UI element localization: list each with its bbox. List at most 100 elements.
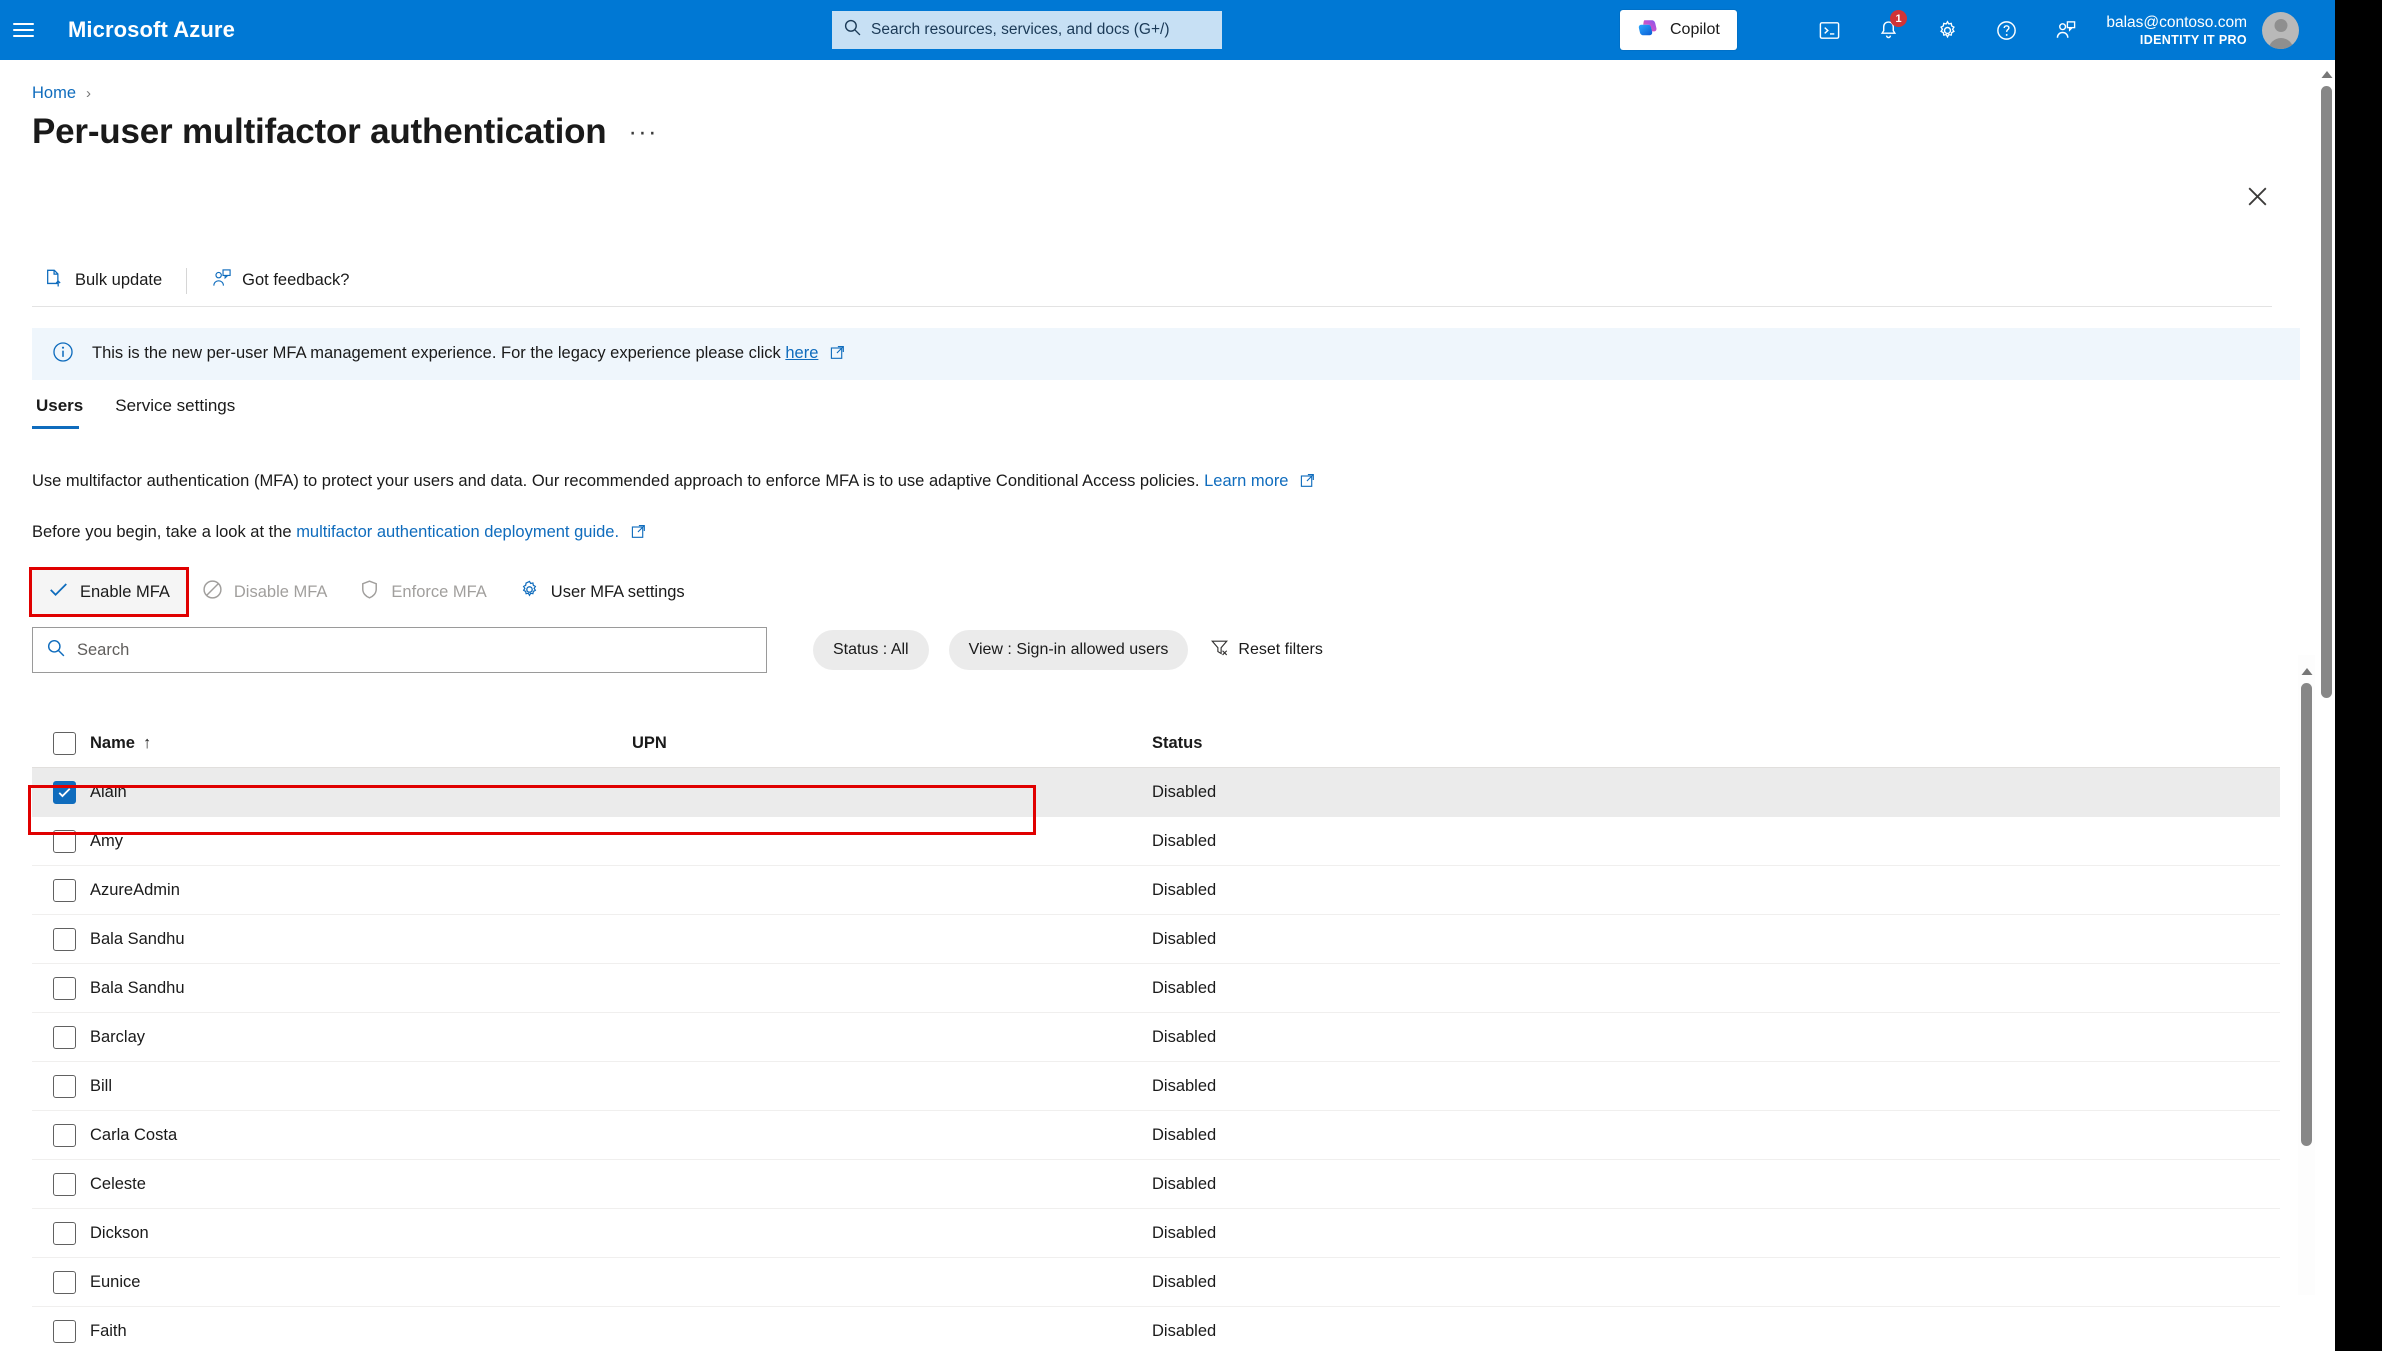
cell-status: Disabled xyxy=(1152,978,1217,997)
row-select-cell xyxy=(32,1221,90,1245)
feedback-person-icon xyxy=(211,268,232,294)
row-checkbox[interactable] xyxy=(53,1074,76,1098)
table-row[interactable]: Amy Disabled xyxy=(32,817,2280,866)
close-icon[interactable] xyxy=(2239,178,2275,214)
search-icon xyxy=(844,19,861,41)
notifications-icon[interactable]: 1 xyxy=(1859,0,1918,60)
row-checkbox[interactable] xyxy=(53,1025,76,1049)
status-filter-pill[interactable]: Status : All xyxy=(813,630,929,670)
avatar[interactable] xyxy=(2262,12,2299,49)
table-header-row: Name ↑ UPN Status xyxy=(32,720,2280,768)
table-row[interactable]: Faith Disabled xyxy=(32,1307,2280,1351)
external-link-icon xyxy=(1300,473,1315,493)
cloud-shell-icon[interactable] xyxy=(1800,0,1859,60)
row-select-cell xyxy=(32,1025,90,1049)
row-checkbox[interactable] xyxy=(53,829,76,853)
description-line-2: Before you begin, take a look at the mul… xyxy=(32,523,646,544)
scroll-up-arrow-icon[interactable] xyxy=(2320,66,2333,84)
table-scrollbar[interactable] xyxy=(2298,655,2315,1295)
header-icon-group: 1 xyxy=(1800,0,2095,60)
tab-service-settings[interactable]: Service settings xyxy=(111,392,247,429)
info-banner-text: This is the new per-user MFA management … xyxy=(92,343,781,362)
description-line-2-text: Before you begin, take a look at the xyxy=(32,523,292,541)
scroll-up-arrow-icon[interactable] xyxy=(2300,663,2313,681)
cell-name: Eunice xyxy=(90,1272,141,1291)
reset-filters-button[interactable]: Reset filters xyxy=(1210,638,1323,662)
column-header-upn[interactable]: UPN xyxy=(632,734,1152,753)
more-actions-icon[interactable]: ··· xyxy=(628,120,657,145)
table-row[interactable]: AzureAdmin Disabled xyxy=(32,866,2280,915)
row-select-cell xyxy=(32,780,90,804)
table-row[interactable]: Bill Disabled xyxy=(32,1062,2280,1111)
notification-badge: 1 xyxy=(1890,10,1907,27)
feedback-icon[interactable] xyxy=(2036,0,2095,60)
column-header-status[interactable]: Status xyxy=(1152,734,1552,753)
bulk-update-button[interactable]: Bulk update xyxy=(32,262,174,300)
cell-name: Celeste xyxy=(90,1174,146,1193)
selected-user-row[interactable]: Alain Disabled xyxy=(32,768,2280,817)
table-row[interactable]: Bala Sandhu Disabled xyxy=(32,915,2280,964)
row-checkbox[interactable] xyxy=(53,1319,76,1343)
help-icon[interactable] xyxy=(1977,0,2036,60)
cell-status: Disabled xyxy=(1152,1174,1217,1193)
row-checkbox[interactable] xyxy=(53,1270,76,1294)
column-header-status-label: Status xyxy=(1152,734,1203,752)
filter-row: Status : All View : Sign-in allowed user… xyxy=(32,627,1323,673)
user-search-box[interactable] xyxy=(32,627,767,673)
row-checkbox[interactable] xyxy=(53,927,76,951)
breadcrumb-home[interactable]: Home xyxy=(32,84,76,103)
description-line-1: Use multifactor authentication (MFA) to … xyxy=(32,472,1315,493)
gear-icon[interactable] xyxy=(1918,0,1977,60)
copilot-button[interactable]: Copilot xyxy=(1620,10,1737,50)
account-org: IDENTITY IT PRO xyxy=(2139,32,2247,47)
cell-name: Barclay xyxy=(90,1027,146,1046)
search-input[interactable] xyxy=(871,21,1210,39)
user-search-input[interactable] xyxy=(77,640,752,660)
tab-users[interactable]: Users xyxy=(32,392,95,429)
user-mfa-settings-label: User MFA settings xyxy=(550,582,685,601)
got-feedback-button[interactable]: Got feedback? xyxy=(199,262,361,300)
table-row[interactable]: Dickson Disabled xyxy=(32,1209,2280,1258)
gear-icon xyxy=(519,579,540,605)
cell-status: Disabled xyxy=(1152,1272,1217,1291)
row-checkbox[interactable] xyxy=(53,976,76,1000)
table-scrollbar-thumb[interactable] xyxy=(2301,683,2312,1146)
table-row[interactable]: Barclay Disabled xyxy=(32,1013,2280,1062)
row-checkbox[interactable] xyxy=(53,1123,76,1147)
cell-status: Disabled xyxy=(1152,1076,1217,1095)
table-row[interactable]: Bala Sandhu Disabled xyxy=(32,964,2280,1013)
enable-mfa-button[interactable]: Enable MFA xyxy=(29,567,189,617)
row-checkbox[interactable] xyxy=(53,780,76,804)
sort-ascending-icon: ↑ xyxy=(142,734,152,752)
hamburger-icon[interactable] xyxy=(0,0,46,60)
page-scrollbar[interactable] xyxy=(2318,60,2335,1351)
page-scrollbar-thumb[interactable] xyxy=(2321,86,2332,698)
table-row[interactable]: Eunice Disabled xyxy=(32,1258,2280,1307)
account-info[interactable]: balas@contoso.com IDENTITY IT PRO xyxy=(2106,0,2247,60)
row-checkbox[interactable] xyxy=(53,1172,76,1196)
bulk-update-label: Bulk update xyxy=(75,271,163,289)
azure-brand-label[interactable]: Microsoft Azure xyxy=(68,17,235,43)
cell-status: Disabled xyxy=(1152,1125,1217,1144)
cell-name: Carla Costa xyxy=(90,1125,178,1144)
row-select-cell xyxy=(32,1172,90,1196)
table-row[interactable]: Carla Costa Disabled xyxy=(32,1111,2280,1160)
block-icon xyxy=(202,579,223,605)
checkmark-icon xyxy=(48,579,69,605)
row-select-cell xyxy=(32,1270,90,1294)
users-table: Name ↑ UPN Status Alain Disabled Amy Disabl… xyxy=(32,720,2280,1351)
view-filter-pill[interactable]: View : Sign-in allowed users xyxy=(948,630,1189,670)
table-row[interactable]: Celeste Disabled xyxy=(32,1160,2280,1209)
column-header-name[interactable]: Name ↑ xyxy=(90,734,632,753)
select-all-cell xyxy=(32,732,90,755)
cell-name: Bala Sandhu xyxy=(90,929,185,948)
user-mfa-settings-button[interactable]: User MFA settings xyxy=(503,570,701,614)
learn-more-link[interactable]: Learn more xyxy=(1204,472,1288,490)
row-checkbox[interactable] xyxy=(53,878,76,902)
deployment-guide-link[interactable]: multifactor authentication deployment gu… xyxy=(296,523,619,541)
row-checkbox[interactable] xyxy=(53,1221,76,1245)
global-search[interactable] xyxy=(832,11,1222,49)
legacy-experience-link[interactable]: here xyxy=(785,344,818,362)
bulk-upload-icon xyxy=(44,268,65,294)
select-all-checkbox[interactable] xyxy=(53,732,76,755)
